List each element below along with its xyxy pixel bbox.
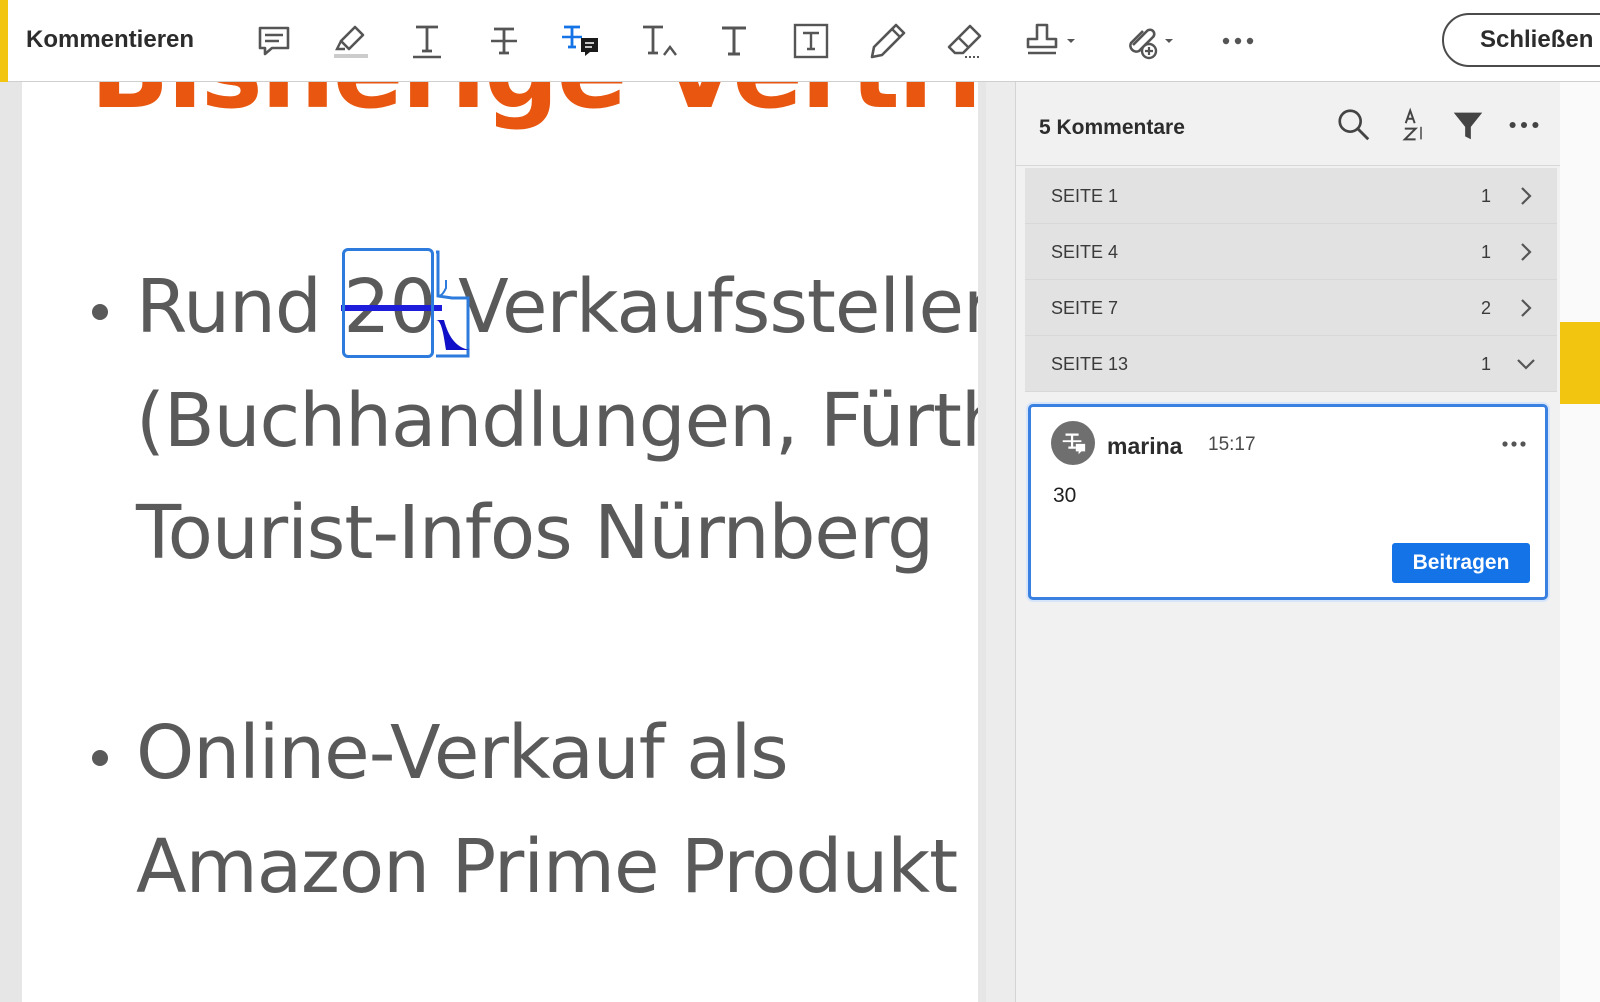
replace-text-icon[interactable] <box>558 18 602 64</box>
bullet1-text-pre: Rund <box>136 264 344 350</box>
bullet2-line1: Online-Verkauf als <box>136 710 789 796</box>
panel-more-icon[interactable] <box>1504 102 1544 148</box>
page-group-list: SEITE 1 1 SEITE 4 1 SEITE 7 2 SEITE 13 1 <box>1025 168 1557 392</box>
comment-toolbar: Kommentieren Schließen <box>0 0 1600 82</box>
strikethrough-comment-icon <box>1062 433 1086 455</box>
bullet1-text-post: Verkaufsstellen <box>435 264 978 350</box>
page-group-count: 1 <box>1481 242 1492 262</box>
strikethrough-text-icon[interactable] <box>482 18 526 64</box>
chevron-down-icon[interactable] <box>1515 352 1537 376</box>
slide-heading: Bisherige Vertrie <box>90 82 978 132</box>
sort-icon[interactable] <box>1392 102 1432 148</box>
comment-time: 15:17 <box>1208 434 1256 455</box>
text-box-icon[interactable] <box>789 18 833 64</box>
page-group-label: SEITE 7 <box>1051 298 1119 318</box>
page-group-count: 2 <box>1481 298 1492 318</box>
toolbar-accent <box>0 0 8 82</box>
underline-text-icon[interactable] <box>405 18 449 64</box>
pencil-icon[interactable] <box>866 18 910 64</box>
stamp-icon[interactable] <box>1020 18 1082 64</box>
comment-more-icon[interactable] <box>1499 429 1529 459</box>
add-text-icon[interactable] <box>712 18 756 64</box>
toolbar-title: Kommentieren <box>26 26 195 53</box>
page-group-label: SEITE 13 <box>1051 354 1129 374</box>
comment-icon[interactable] <box>252 18 296 64</box>
bullet1-line1: Rund 20 Verkaufsstellen <box>136 264 978 350</box>
highlight-icon[interactable] <box>328 18 372 64</box>
document-page: Bisherige Vertrie Rund 20 Verkaufsstelle… <box>22 82 978 1002</box>
bullet2-line2: Amazon Prime Produkt <box>136 824 958 910</box>
more-icon[interactable] <box>1216 18 1260 64</box>
page-group-label: SEITE 1 <box>1051 186 1119 206</box>
bullet-dot <box>92 750 108 766</box>
comment-count: 5 Kommentare <box>1039 116 1185 139</box>
comments-panel-header: 5 Kommentare <box>1016 82 1560 166</box>
post-button[interactable]: Beitragen <box>1392 543 1530 583</box>
close-button[interactable]: Schließen <box>1442 13 1600 67</box>
annotation-selection-box[interactable] <box>342 248 434 358</box>
insert-text-icon[interactable] <box>636 18 680 64</box>
page-group-label: SEITE 4 <box>1051 242 1119 262</box>
page-group-row[interactable]: SEITE 7 2 <box>1025 280 1557 336</box>
comment-author: marina <box>1107 433 1183 459</box>
chevron-right-icon[interactable] <box>1515 184 1537 208</box>
search-icon[interactable] <box>1334 102 1374 148</box>
filter-icon[interactable] <box>1448 102 1488 148</box>
page-group-row[interactable]: SEITE 4 1 <box>1025 224 1557 280</box>
comment-card[interactable]: marina 15:17 30 Beitragen <box>1028 404 1548 600</box>
avatar <box>1051 421 1095 465</box>
page-group-row[interactable]: SEITE 1 1 <box>1025 168 1557 224</box>
bullet1-line2: (Buchhandlungen, Fürth <box>136 378 978 464</box>
right-edge-panel <box>1560 82 1600 1002</box>
eraser-icon[interactable] <box>943 18 987 64</box>
page-margin <box>986 82 1016 1002</box>
bullet1-line3: Tourist-Infos Nürnberg <box>136 490 934 576</box>
attach-icon[interactable] <box>1118 18 1180 64</box>
note-flag-icon[interactable] <box>436 250 472 358</box>
right-edge-accent <box>1560 322 1600 404</box>
bullet-dot <box>92 304 108 320</box>
page-group-count: 1 <box>1481 186 1492 206</box>
chevron-right-icon[interactable] <box>1515 240 1537 264</box>
chevron-right-icon[interactable] <box>1515 296 1537 320</box>
page-group-count: 1 <box>1481 354 1492 374</box>
page-group-row[interactable]: SEITE 13 1 <box>1025 336 1557 392</box>
comment-text-input[interactable]: 30 <box>1053 484 1076 508</box>
